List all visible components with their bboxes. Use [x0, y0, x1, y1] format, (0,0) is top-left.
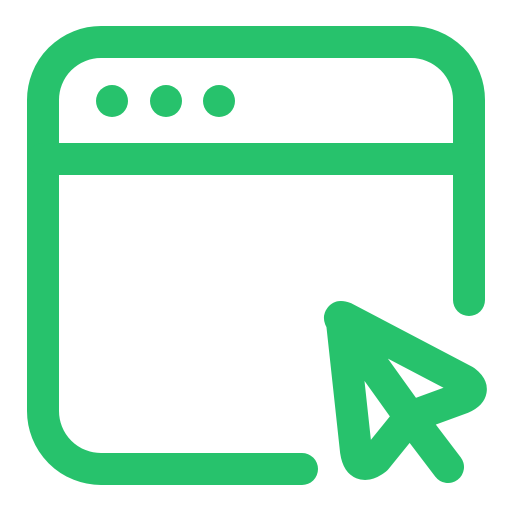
- window-dot-1: [96, 85, 128, 117]
- window-dot-3: [203, 85, 235, 117]
- window-dot-2: [150, 85, 182, 117]
- browser-window-cursor-icon: [27, 26, 487, 485]
- icon-canvas: [0, 0, 512, 512]
- cursor-arrow-icon: [324, 301, 487, 483]
